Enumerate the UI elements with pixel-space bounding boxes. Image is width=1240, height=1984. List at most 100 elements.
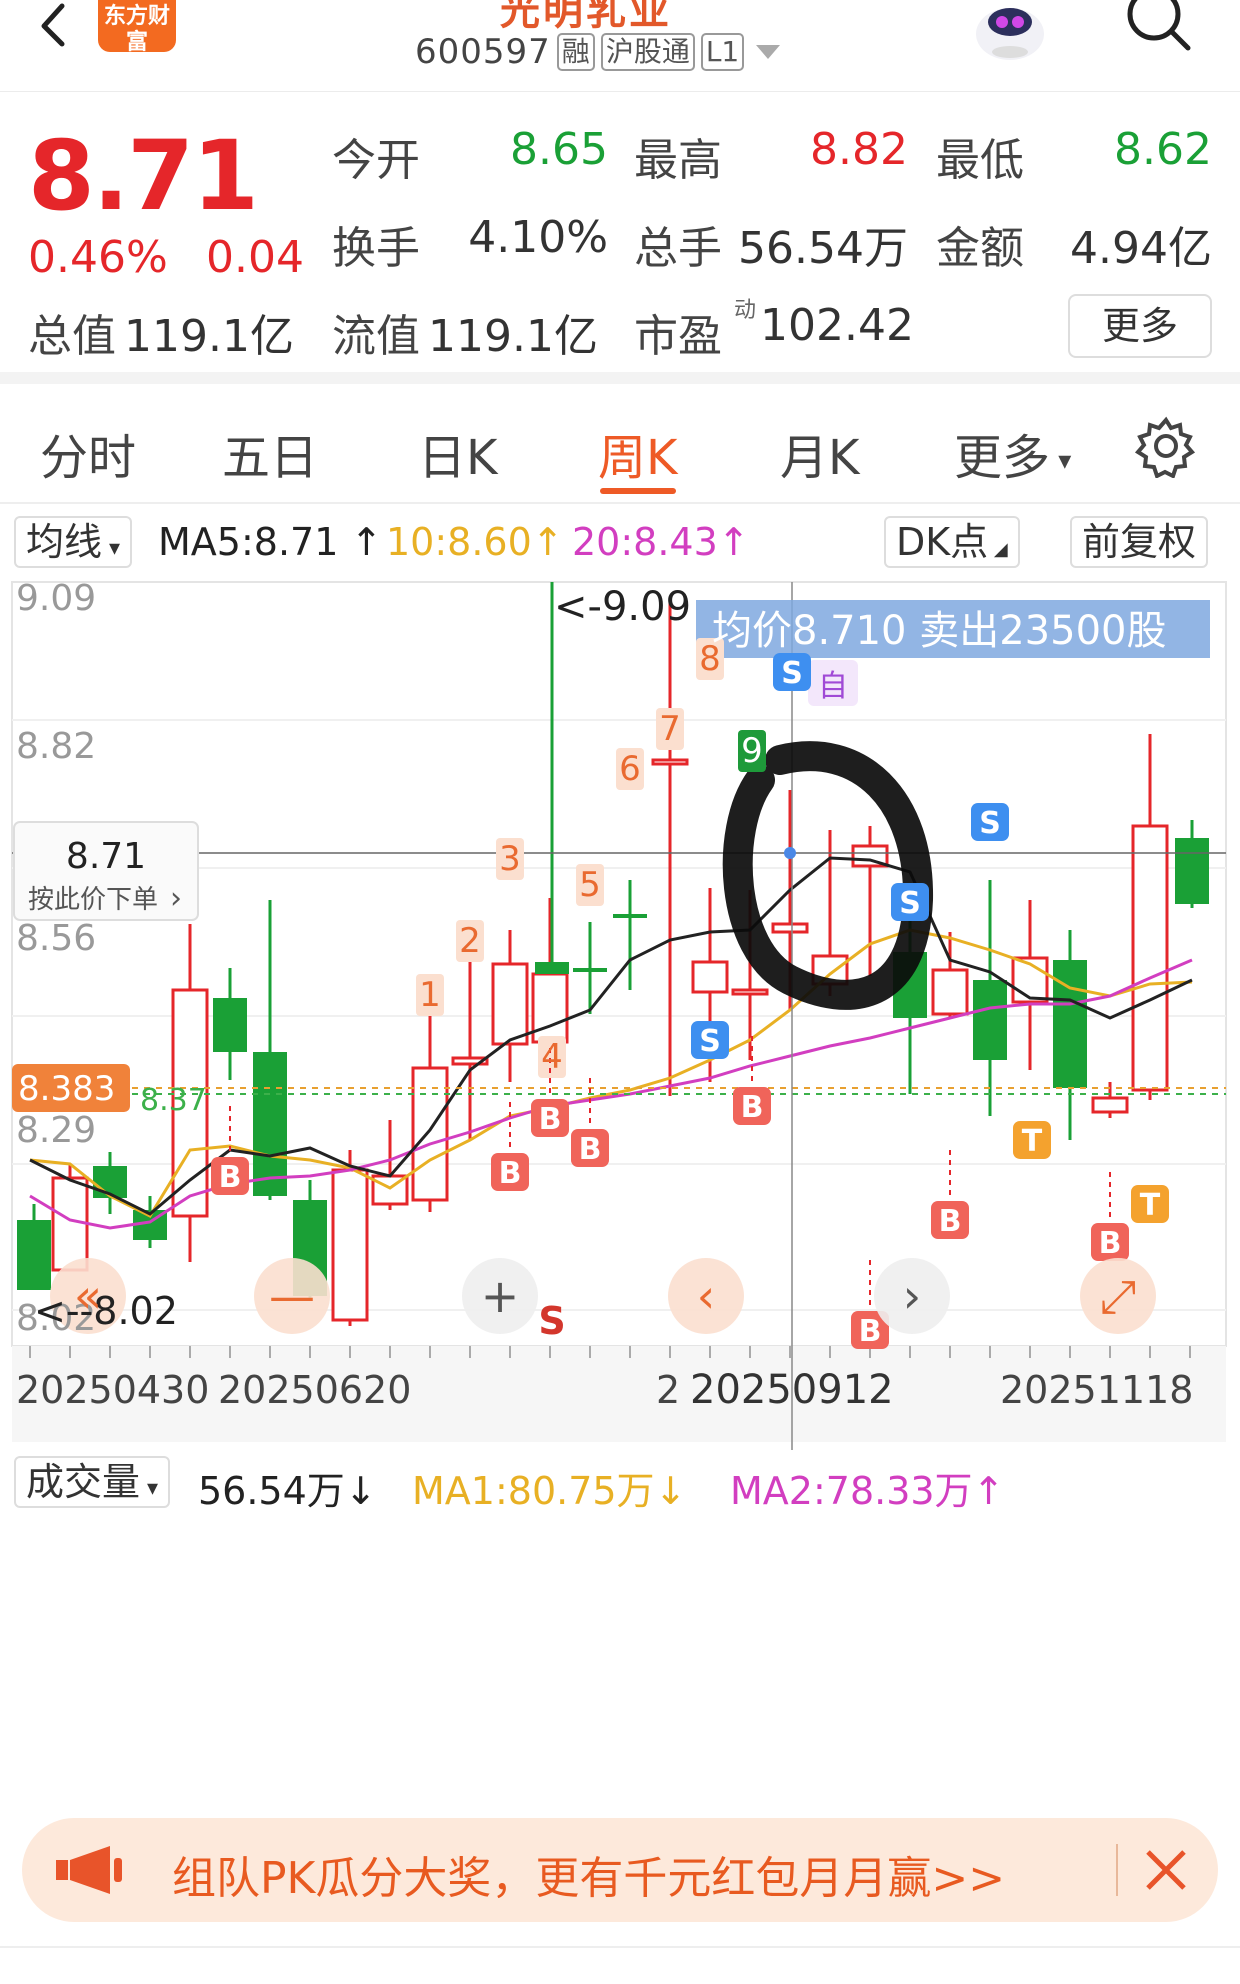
- seq-number: 2: [459, 921, 481, 961]
- candle-body: [931, 968, 969, 1016]
- candle-body: [253, 1052, 287, 1196]
- minus-icon: —: [269, 1269, 315, 1323]
- signal-letter: B: [539, 1102, 562, 1137]
- volume-label: 总手: [634, 223, 722, 274]
- last-price: 8.71: [28, 120, 259, 232]
- megaphone-icon: [56, 1846, 122, 1894]
- x-tick-label: 20251118: [1000, 1368, 1193, 1412]
- low-label: 最低: [936, 135, 1024, 186]
- candle-body: [17, 1220, 51, 1290]
- low-value: 8.62: [1114, 124, 1212, 175]
- x-tick-label: 20250620: [218, 1368, 411, 1412]
- x-tick-label: 20250912: [690, 1367, 894, 1413]
- amount-label: 金额: [936, 223, 1024, 274]
- y-tick-label: 8.82: [16, 726, 96, 767]
- x-tick-label: 2: [656, 1368, 680, 1412]
- seq-number: 8: [699, 639, 721, 679]
- tab-weekly-k[interactable]: 周K: [598, 418, 677, 488]
- candle-body: [411, 1066, 449, 1202]
- seq-number: 4: [541, 1037, 563, 1077]
- amount-value: 4.94亿: [1070, 223, 1212, 274]
- kline-chart[interactable]: 9.098.828.568.298.0220250430 20250620 2 202…: [0, 580, 1240, 1450]
- scroll-left-fast-icon: «: [74, 1269, 102, 1323]
- candle-body: [651, 758, 689, 766]
- signal-letter: T: [1140, 1188, 1161, 1223]
- tab-more[interactable]: 更多 ▾: [954, 418, 1071, 488]
- active-tab-underline: [600, 488, 676, 494]
- cost-badge-text: 8.383: [18, 1069, 115, 1109]
- volume-selector[interactable]: 成交量 ▾: [14, 1456, 171, 1508]
- change-amount: 0.04: [206, 232, 304, 283]
- s-label: S: [538, 1299, 565, 1343]
- high-label: 最高: [634, 135, 722, 186]
- high-marker-label: <-9.09: [554, 584, 691, 630]
- ma-indicator-bar: 均线 ▾ MA5:8.71 ↑ 10:8.60↑ 20:8.43↑ DK点 ◢ …: [0, 510, 1240, 574]
- candle-body: [491, 962, 529, 1046]
- signal-letter: B: [499, 1156, 522, 1191]
- volume-indicator-bar: 成交量 ▾ 56.54万↓ MA1:80.75万↓ MA2:78.33万↑: [0, 1452, 1240, 1513]
- avg-price-text: 均价8.710 卖出23500股: [712, 608, 1166, 654]
- candle-body: [691, 960, 729, 994]
- open-value: 8.65: [510, 124, 608, 175]
- vol-ma1-text: MA1:80.75万↓: [412, 1469, 687, 1513]
- change-percent: 0.46%: [28, 232, 168, 283]
- back-arrow-icon[interactable]: [26, 0, 82, 56]
- quote-panel: 8.71 0.46% 0.04 今开 8.65 最高 8.82 最低 8.62 …: [0, 92, 1240, 384]
- signal-letter: S: [899, 886, 921, 921]
- robot-assistant-icon[interactable]: [962, 0, 1058, 62]
- more-quote-button[interactable]: 更多: [1068, 294, 1212, 358]
- chevron-right-icon: ›: [170, 881, 182, 916]
- candle-body: [213, 998, 247, 1052]
- seq-number: 9: [741, 731, 763, 771]
- crosshair-price: 8.71: [66, 836, 146, 877]
- high-value: 8.82: [810, 124, 908, 175]
- tag-margin: 融: [556, 33, 595, 71]
- pe-value: 102.42: [760, 300, 914, 351]
- search-icon[interactable]: [1118, 0, 1198, 62]
- pe-sup: 动: [734, 298, 757, 323]
- bottom-toolbar: [0, 1946, 1240, 1984]
- seq-number: 6: [619, 749, 641, 789]
- scroll-right-icon: ›: [903, 1269, 921, 1323]
- ma5-text: MA5:8.71 ↑: [158, 520, 383, 564]
- tab-daily-k[interactable]: 日K: [418, 418, 497, 488]
- candle-body: [1091, 1096, 1129, 1114]
- stock-code: 600597: [415, 32, 551, 72]
- adjust-button[interactable]: 前复权: [1070, 516, 1209, 568]
- promo-divider: [1116, 1844, 1118, 1896]
- tag-connect: 沪股通: [600, 33, 695, 71]
- candle-body: [1175, 838, 1209, 904]
- pe-label: 市盈: [634, 311, 722, 362]
- candle-body: [51, 1176, 89, 1272]
- signal-letter: B: [219, 1160, 242, 1195]
- volume-text: 56.54万↓: [198, 1469, 377, 1513]
- candle-body: [613, 914, 647, 918]
- ma-selector[interactable]: 均线 ▾: [14, 516, 133, 568]
- open-label: 今开: [332, 135, 420, 186]
- total-cap-value: 119.1亿: [124, 311, 294, 362]
- plus-icon: +: [481, 1269, 520, 1323]
- x-tick-label: 20250430: [16, 1368, 209, 1412]
- low-marker-label: <--8.02: [34, 1289, 178, 1333]
- scroll-left-icon: ‹: [697, 1269, 715, 1323]
- float-cap-value: 119.1亿: [428, 311, 598, 362]
- candle-body: [573, 968, 607, 972]
- tab-five-day[interactable]: 五日: [222, 418, 318, 488]
- promo-banner[interactable]: 组队PK瓜分大奖，更有千元红包月月赢>>: [22, 1818, 1218, 1922]
- candle-body: [973, 980, 1007, 1060]
- close-icon[interactable]: [1134, 1838, 1198, 1902]
- turnover-value: 4.10%: [468, 212, 608, 263]
- stock-code-row[interactable]: 600597 融 沪股通 L1: [415, 30, 781, 74]
- tab-intraday[interactable]: 分时: [40, 418, 136, 488]
- signal-letter: B: [741, 1090, 764, 1125]
- promo-text: 组队PK瓜分大奖，更有千元红包月月赢>>: [172, 1853, 1006, 1904]
- signal-letter: B: [859, 1314, 882, 1349]
- seq-number: 5: [579, 865, 601, 905]
- candle-body: [535, 962, 569, 974]
- ma20-text: 20:8.43↑: [572, 520, 750, 564]
- gear-icon[interactable]: [1134, 414, 1198, 478]
- dk-point-button[interactable]: DK点 ◢: [884, 516, 1020, 568]
- top-header: 东方财富 光明乳业 600597 融 沪股通 L1: [0, 0, 1240, 92]
- tab-monthly-k[interactable]: 月K: [780, 418, 859, 488]
- signal-letter: S: [781, 656, 803, 691]
